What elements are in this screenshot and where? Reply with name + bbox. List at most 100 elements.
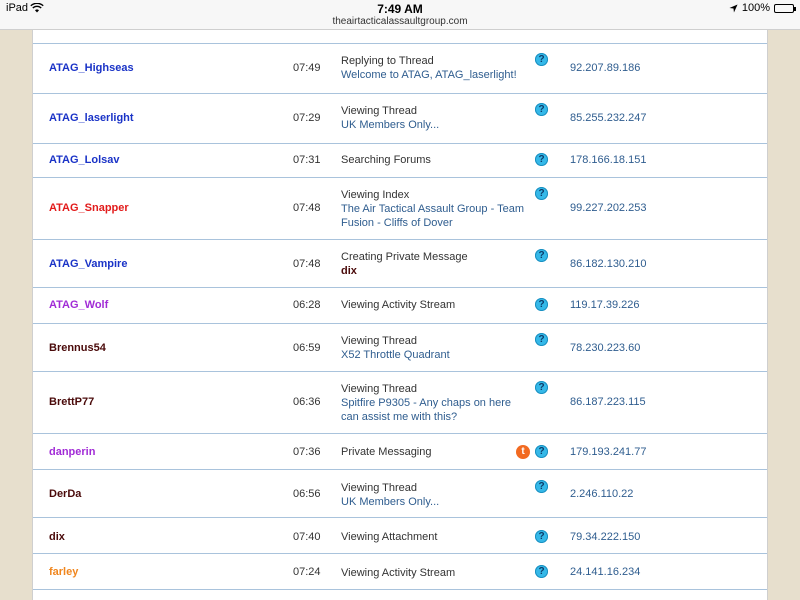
ios-status-bar: iPad 7:49 AM theairtacticalassaultgroup.… [0, 0, 800, 30]
ip-address[interactable]: 86.182.130.210 [570, 258, 646, 270]
activity-cell: Viewing Index The Air Tactical Assault G… [341, 188, 531, 230]
table-row: dix 07:40 Viewing Attachment ? 79.34.222… [33, 518, 767, 554]
activity-cell: Viewing Activity Stream [341, 566, 531, 580]
table-row: BrettP77 06:36 Viewing Thread Spitfire P… [33, 372, 767, 434]
activity-text: Viewing Thread [341, 335, 418, 347]
ip-address[interactable]: 78.230.223.60 [570, 342, 640, 354]
table-row: farley 07:24 Viewing Activity Stream ? 2… [33, 554, 767, 590]
table-row: ATAG_Lolsav 07:31 Searching Forums ? 178… [33, 144, 767, 178]
last-activity-time: 06:36 [293, 396, 321, 408]
username-link[interactable]: Brennus54 [49, 342, 106, 354]
status-right: 100% [729, 2, 796, 14]
clock: 7:49 AM [377, 2, 423, 16]
activity-cell: Viewing Attachment [341, 530, 531, 544]
table-row: danperin 07:36 Private Messaging t ? 179… [33, 434, 767, 470]
ip-address[interactable]: 24.141.16.234 [570, 566, 640, 578]
last-activity-time: 07:40 [293, 531, 321, 543]
username-link[interactable]: ATAG_Lolsav [49, 154, 120, 166]
ip-address[interactable]: 99.227.202.253 [570, 202, 646, 214]
activity-text: Viewing Index [341, 189, 410, 201]
activity-text: Viewing Thread [341, 383, 418, 395]
help-icon[interactable]: ? [535, 381, 548, 394]
activity-cell: Viewing Thread Spitfire P9305 - Any chap… [341, 382, 531, 424]
last-activity-time: 06:59 [293, 342, 321, 354]
activity-text: Viewing Activity Stream [341, 299, 456, 311]
forum-link[interactable]: The Air Tactical Assault Group - Team Fu… [341, 202, 531, 230]
activity-text: Viewing Activity Stream [341, 567, 456, 579]
username-link[interactable]: ATAG_laserlight [49, 112, 134, 124]
table-row: ATAG_Highseas 07:49 Replying to Thread W… [33, 44, 767, 94]
help-icon[interactable]: ? [535, 445, 548, 458]
table-row: ATAG_laserlight 07:29 Viewing Thread UK … [33, 94, 767, 144]
thread-link[interactable]: Spitfire P9305 - Any chaps on here can a… [341, 396, 531, 424]
activity-text: Replying to Thread [341, 55, 434, 67]
help-icon[interactable]: ? [535, 153, 548, 166]
table-row: ATAG_Vampire 07:48 Creating Private Mess… [33, 240, 767, 288]
activity-cell: Viewing Activity Stream [341, 298, 531, 312]
pm-recipient-link[interactable]: dix [341, 264, 531, 278]
username-link[interactable]: ATAG_Snapper [49, 202, 129, 214]
help-icon[interactable]: ? [535, 103, 548, 116]
help-icon[interactable]: ? [535, 53, 548, 66]
activity-cell: Private Messaging [341, 445, 531, 459]
last-activity-time: 07:31 [293, 154, 321, 166]
activity-cell: Creating Private Message dix [341, 250, 531, 278]
battery-icon [774, 3, 796, 13]
activity-cell: Viewing Thread UK Members Only... [341, 104, 531, 132]
ip-address[interactable]: 2.246.110.22 [570, 488, 633, 500]
online-users-table: ? ATAG_Highseas 07:49 Replying to Thread… [32, 30, 768, 600]
ip-address[interactable]: 178.166.18.151 [570, 154, 646, 166]
location-arrow-icon [729, 3, 738, 13]
activity-text: Searching Forums [341, 154, 431, 166]
table-row: ATAG_Wolf 06:28 Viewing Activity Stream … [33, 288, 767, 324]
thread-link[interactable]: X52 Throttle Quadrant [341, 348, 531, 362]
activity-cell: Searching Forums [341, 153, 531, 167]
username-link[interactable]: ATAG_Highseas [49, 62, 134, 74]
table-row: Brennus54 06:59 Viewing Thread X52 Throt… [33, 324, 767, 372]
username-link[interactable]: farley [49, 566, 78, 578]
thread-link[interactable]: UK Members Only... [341, 118, 531, 132]
ip-address[interactable]: 85.255.232.247 [570, 112, 646, 124]
activity-text: Private Messaging [341, 446, 432, 458]
ip-address[interactable]: 179.193.241.77 [570, 446, 646, 458]
thread-link[interactable]: UK Members Only... [341, 495, 531, 509]
last-activity-time: 06:28 [293, 299, 321, 311]
activity-cell: Replying to Thread Welcome to ATAG, ATAG… [341, 54, 531, 82]
last-activity-time: 07:48 [293, 202, 321, 214]
help-icon[interactable]: ? [535, 298, 548, 311]
username-link[interactable]: danperin [49, 446, 95, 458]
username-link[interactable]: dix [49, 531, 65, 543]
ip-address[interactable]: 79.34.222.150 [570, 531, 640, 543]
help-icon[interactable]: ? [535, 565, 548, 578]
table-row: ATAG_Snapper 07:48 Viewing Index The Air… [33, 178, 767, 240]
activity-text: Viewing Thread [341, 482, 418, 494]
username-link[interactable]: ATAG_Wolf [49, 299, 108, 311]
last-activity-time: 07:36 [293, 446, 321, 458]
thread-link[interactable]: Welcome to ATAG, ATAG_laserlight! [341, 68, 531, 82]
activity-text: Creating Private Message [341, 251, 468, 263]
last-activity-time: 07:29 [293, 112, 321, 124]
activity-cell: Viewing Thread X52 Throttle Quadrant [341, 334, 531, 362]
activity-text: Viewing Attachment [341, 531, 438, 543]
help-icon[interactable]: ? [535, 333, 548, 346]
username-link[interactable]: BrettP77 [49, 396, 94, 408]
ip-address[interactable]: 92.207.89.186 [570, 62, 640, 74]
last-activity-time: 06:56 [293, 488, 321, 500]
help-icon[interactable]: ? [535, 530, 548, 543]
activity-cell: Viewing Thread UK Members Only... [341, 481, 531, 509]
tapatalk-icon: t [516, 445, 530, 459]
help-icon[interactable]: ? [535, 480, 548, 493]
help-icon[interactable]: ? [535, 249, 548, 262]
address-bar[interactable]: theairtacticalassaultgroup.com [0, 16, 800, 27]
help-icon[interactable]: ? [535, 187, 548, 200]
table-row: DerDa 06:56 Viewing Thread UK Members On… [33, 470, 767, 518]
ip-address[interactable]: 119.17.39.226 [570, 299, 640, 311]
username-link[interactable]: DerDa [49, 488, 81, 500]
ip-address[interactable]: 86.187.223.115 [570, 396, 646, 408]
last-activity-time: 07:24 [293, 566, 321, 578]
last-activity-time: 07:48 [293, 258, 321, 270]
username-link[interactable]: ATAG_Vampire [49, 258, 127, 270]
table-row: ? [33, 30, 767, 44]
activity-text: Viewing Thread [341, 105, 418, 117]
last-activity-time: 07:49 [293, 62, 321, 74]
